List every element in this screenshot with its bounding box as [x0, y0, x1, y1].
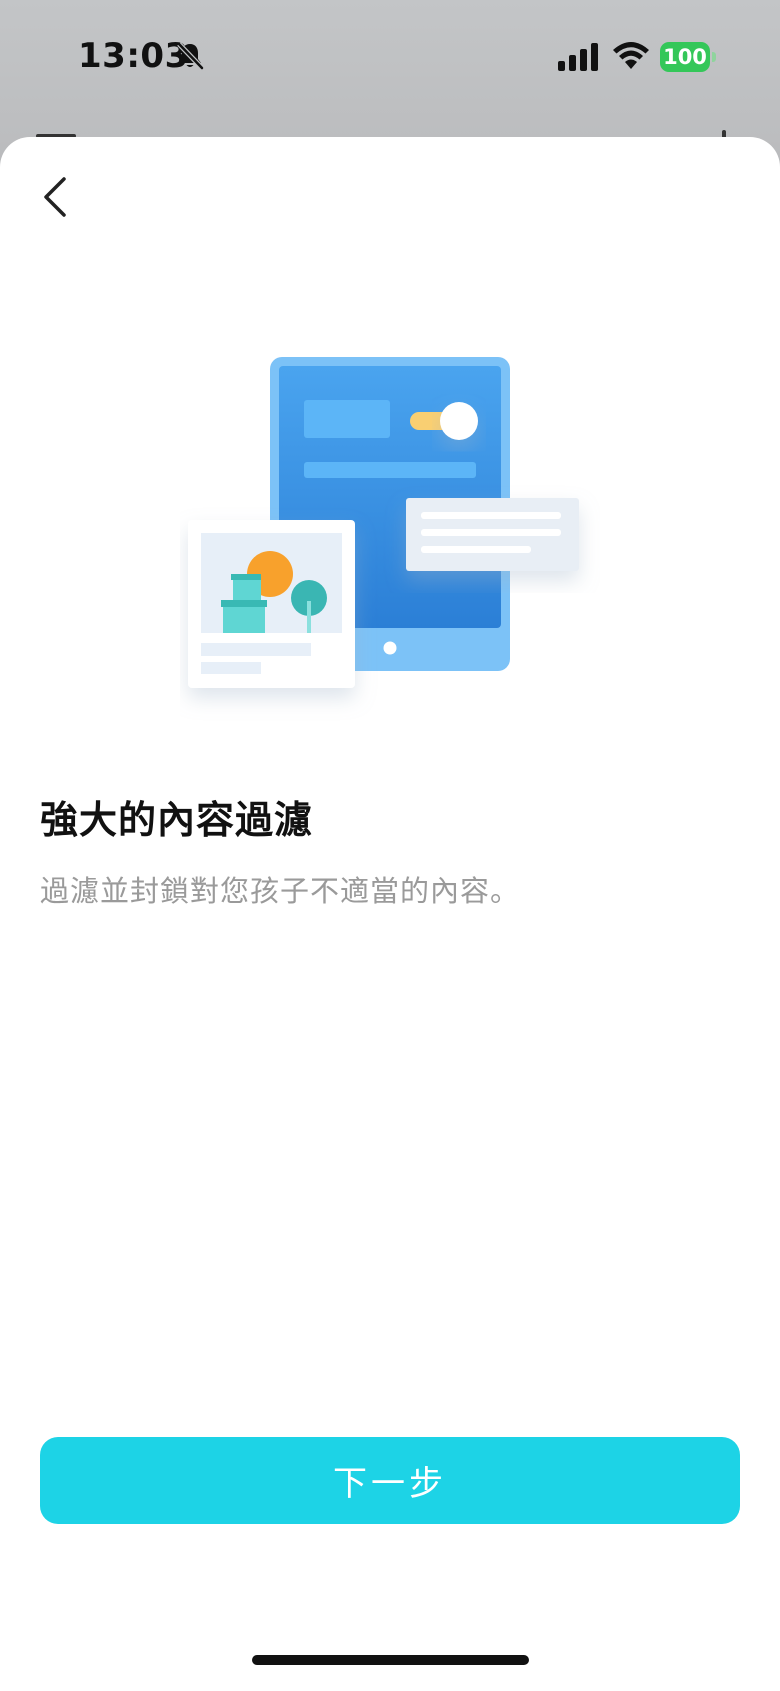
status-bar: 13:03 100 [0, 0, 780, 115]
next-button[interactable]: 下一步 [40, 1437, 740, 1524]
status-time: 13:03 [78, 36, 189, 76]
chevron-left-icon [44, 177, 66, 217]
modal-sheet: 強大的內容過濾 過濾並封鎖對您孩子不適當的內容。 下一步 [0, 137, 780, 1691]
tablet-home-dot [383, 641, 397, 655]
tablet-content-filter-illustration [188, 357, 579, 688]
page-title: 強大的內容過濾 [40, 798, 314, 842]
home-indicator [252, 1655, 529, 1665]
battery-cap [712, 52, 716, 62]
wifi-icon [613, 42, 649, 69]
cellular-signal-icon [558, 43, 598, 71]
bell-slash-icon [177, 42, 204, 70]
toggle-knob [440, 402, 478, 440]
back-button[interactable] [30, 167, 80, 227]
battery-icon: 100 [660, 42, 716, 72]
battery-level: 100 [660, 42, 710, 72]
page-description: 過濾並封鎖對您孩子不適當的內容。 [40, 874, 521, 908]
screen: 13:03 100 強大的內容過濾 過濾並封鎖對您孩子不適當的內容。 下一步 [0, 0, 780, 1691]
